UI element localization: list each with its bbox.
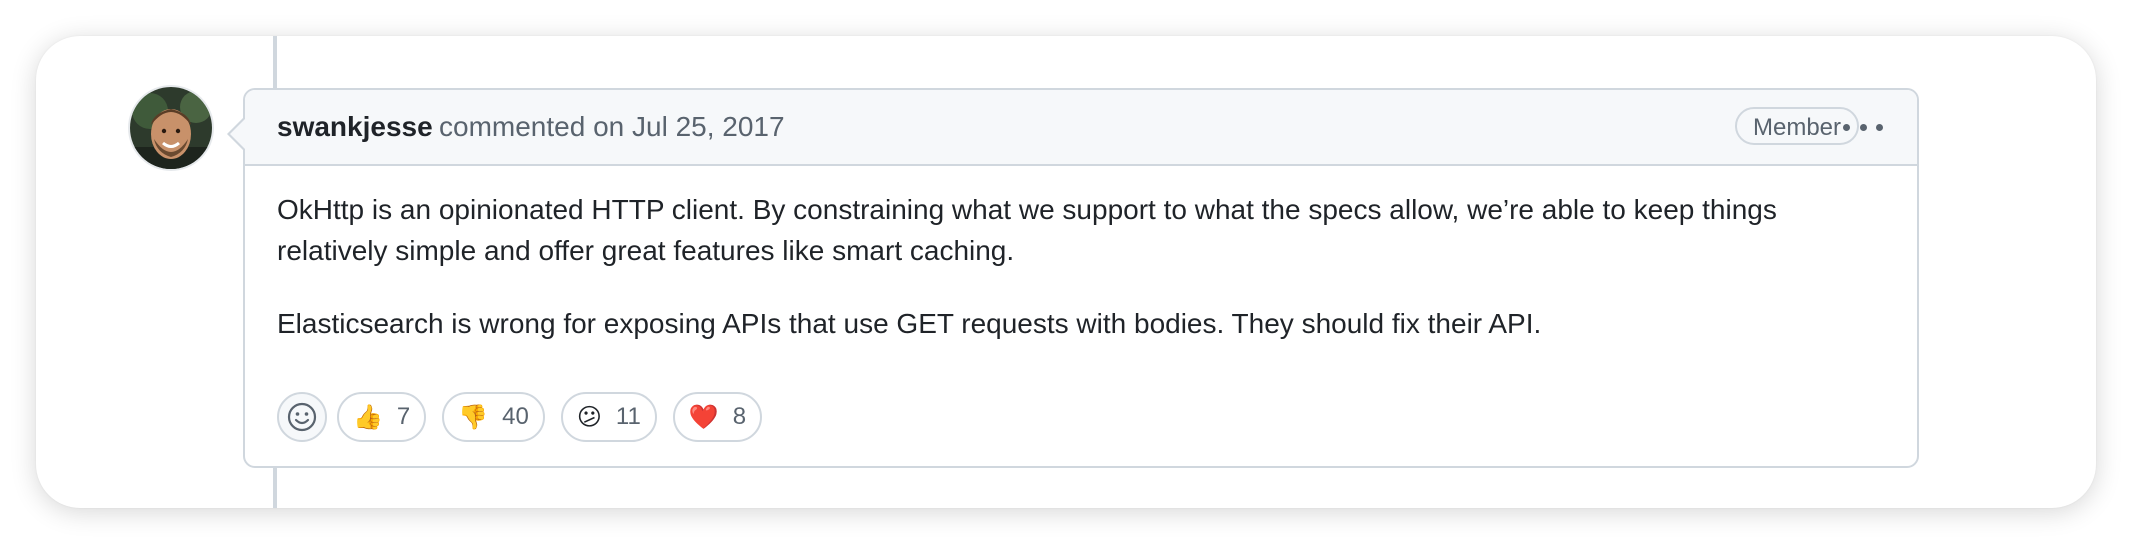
kebab-dot-icon	[1876, 123, 1883, 131]
thumbs-up-icon: 👍	[353, 403, 383, 431]
comment-card: swankjesse commented on Jul 25, 2017 Mem…	[36, 36, 2096, 508]
reaction-thumbs-up[interactable]: 👍 7	[337, 392, 427, 442]
reaction-heart[interactable]: ❤️ 8	[672, 392, 763, 442]
confused-face-icon: 😕	[576, 403, 602, 431]
reaction-count: 40	[502, 403, 529, 430]
smiley-icon	[287, 402, 317, 432]
comment-pointer-fill	[230, 118, 246, 150]
add-reaction-button[interactable]	[277, 392, 327, 442]
kebab-dot-icon	[1859, 123, 1867, 131]
author-link[interactable]: swankjesse	[277, 111, 433, 143]
reaction-count: 8	[732, 403, 747, 430]
comment-box: swankjesse commented on Jul 25, 2017 Mem…	[227, 88, 1919, 468]
avatar-image	[130, 87, 212, 169]
more-options-button[interactable]	[1843, 112, 1883, 142]
reaction-thumbs-down[interactable]: 👎 40	[442, 392, 545, 442]
heart-icon: ❤️	[688, 403, 719, 431]
comment-header: swankjesse commented on Jul 25, 2017 Mem…	[230, 90, 1917, 166]
comment-paragraph: Elasticsearch is wrong for exposing APIs…	[277, 308, 1542, 339]
comment-timestamp[interactable]: commented on Jul 25, 2017	[439, 111, 785, 143]
avatar[interactable]	[130, 87, 212, 169]
reaction-count: 7	[396, 403, 411, 430]
reactions-bar: 👍 7 👎 40 😕 11 ❤️ 8	[277, 392, 778, 442]
comment-paragraph: OkHttp is an opinionated HTTP client. By…	[277, 194, 1777, 266]
member-badge: Member	[1735, 107, 1860, 145]
kebab-dot-icon	[1843, 123, 1850, 131]
thumbs-down-icon: 👎	[458, 403, 489, 431]
reaction-count: 11	[615, 403, 641, 430]
reaction-confused[interactable]: 😕 11	[560, 392, 657, 442]
